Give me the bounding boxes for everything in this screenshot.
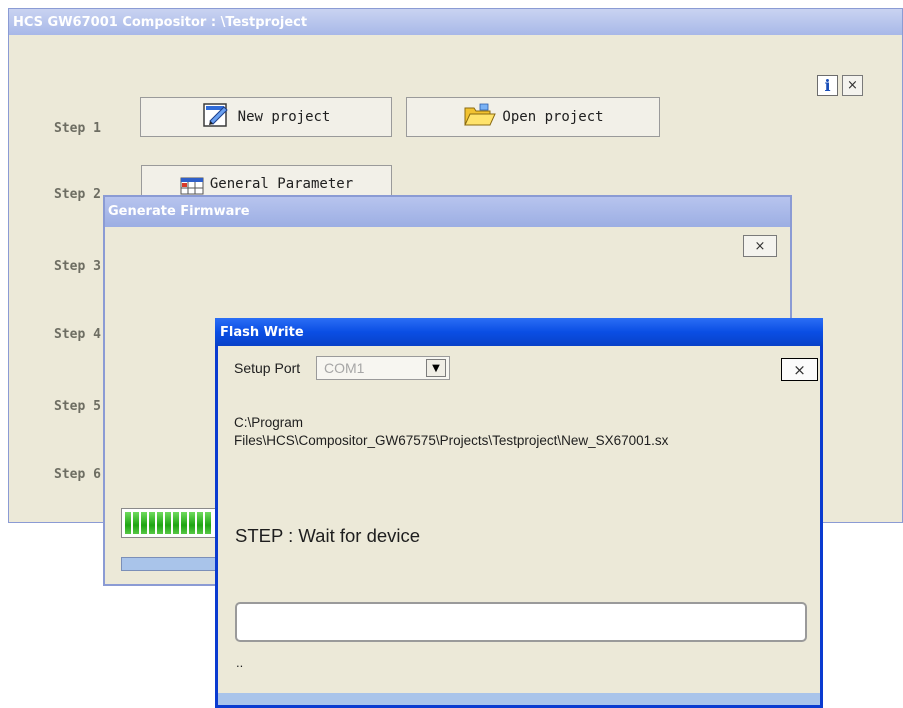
progress-block <box>181 512 187 534</box>
progress-block <box>157 512 163 534</box>
flash-write-window: Flash Write Setup Port COM1 ▼ × C:\Progr… <box>215 318 823 708</box>
setup-port-label: Setup Port <box>234 360 301 376</box>
step-5-label: Step 5 <box>54 399 101 414</box>
progress-block <box>173 512 179 534</box>
main-window-title: HCS GW67001 Compositor : \Testproject <box>13 15 308 30</box>
close-icon: × <box>754 238 766 254</box>
folder-open-icon <box>462 102 497 132</box>
flash-write-title: Flash Write <box>220 325 304 340</box>
progress-block <box>205 512 211 534</box>
step-2-label: Step 2 <box>54 187 101 202</box>
new-project-button[interactable]: New project <box>140 97 392 137</box>
progress-block <box>149 512 155 534</box>
close-icon: × <box>793 360 806 379</box>
flash-bottom-bar <box>218 693 820 705</box>
flash-close-button[interactable]: × <box>781 358 818 381</box>
step-1-label: Step 1 <box>54 121 101 136</box>
port-select[interactable]: COM1 ▼ <box>316 356 450 380</box>
open-project-button[interactable]: Open project <box>406 97 660 137</box>
step-3-label: Step 3 <box>54 259 101 274</box>
generate-close-button[interactable]: × <box>743 235 777 257</box>
progress-block <box>125 512 131 534</box>
info-icon: i <box>824 76 831 95</box>
general-parameter-label: General Parameter <box>209 176 354 192</box>
firmware-path-line-2: Files\HCS\Compositor_GW67575\Projects\Te… <box>234 433 669 448</box>
firmware-path-line-1: C:\Program <box>234 415 304 430</box>
flash-write-title-bar[interactable]: Flash Write <box>215 318 823 346</box>
main-close-button[interactable]: × <box>842 75 863 96</box>
open-project-label: Open project <box>502 109 604 125</box>
progress-block <box>197 512 203 534</box>
progress-block <box>133 512 139 534</box>
firmware-path-text: C:\Program Files\HCS\Compositor_GW67575\… <box>234 414 668 450</box>
generate-firmware-title-bar[interactable]: Generate Firmware <box>105 197 790 227</box>
progress-block <box>141 512 147 534</box>
generate-firmware-title: Generate Firmware <box>108 204 250 219</box>
main-title-bar[interactable]: HCS GW67001 Compositor : \Testproject <box>9 9 902 35</box>
port-select-value: COM1 <box>324 360 365 376</box>
info-button[interactable]: i <box>817 75 838 96</box>
chevron-down-icon[interactable]: ▼ <box>426 359 446 377</box>
flash-status-text: .. <box>236 655 244 670</box>
progress-block <box>165 512 171 534</box>
close-icon: × <box>847 78 858 93</box>
progress-block <box>189 512 195 534</box>
step-6-label: Step 6 <box>54 467 101 482</box>
new-project-icon <box>202 101 232 133</box>
flash-progress-field <box>235 602 807 642</box>
step-status-text: STEP : Wait for device <box>235 525 421 546</box>
step-4-label: Step 4 <box>54 327 101 342</box>
new-project-label: New project <box>237 109 331 125</box>
